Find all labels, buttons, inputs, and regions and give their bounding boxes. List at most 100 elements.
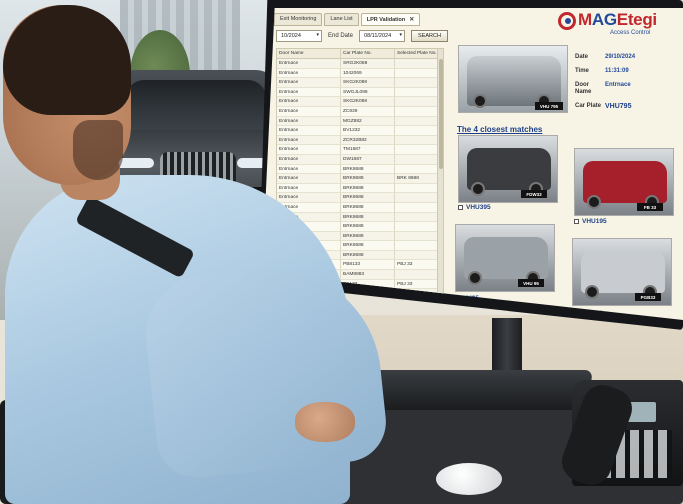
cell-door-name: Entrnace <box>277 222 341 232</box>
tab-exit-monitoring[interactable]: Exit Monitoring <box>274 13 323 26</box>
chair <box>0 400 38 504</box>
cell-door-name: Entrnace <box>277 260 341 271</box>
monitor-stand-base <box>357 370 593 410</box>
table-row[interactable]: Entrnace BRK8688 <box>277 212 443 223</box>
search-button[interactable]: SEARCH <box>411 30 448 42</box>
cell-car-plate: SKG2K088 <box>341 78 395 88</box>
logo-icon <box>558 12 576 30</box>
date-row: Date 29/10/2024 <box>575 54 683 61</box>
table-row[interactable]: Entrnace BRK8688 BRK 8688 <box>277 174 443 184</box>
brand-name-m: M <box>578 10 592 29</box>
table-row[interactable]: Entrnace BRK8688 <box>277 241 443 251</box>
chevron-down-icon[interactable]: ▾ <box>316 32 319 38</box>
cell-car-plate: TM1687 <box>341 145 395 155</box>
tab-label: LPR Validation <box>366 17 406 23</box>
time-label: Time <box>575 67 589 74</box>
table-row[interactable]: Entrnace BRK8688 <box>277 222 443 232</box>
table-row[interactable]: Entrnace SWGJL088 <box>277 87 443 98</box>
lpr-records-table: Door Name Car Plate No. Selected Plate N… <box>276 48 444 310</box>
tab-lpr-validation[interactable]: LPR Validation ✕ <box>360 13 421 26</box>
cell-car-plate: SKG2K088 <box>341 97 395 107</box>
match-plate-label: VHU195 <box>582 218 607 225</box>
match-plate: FB 33 <box>637 203 663 211</box>
table-row[interactable]: Entrnace BRK8688 <box>277 250 443 261</box>
match-checkbox[interactable] <box>458 205 463 210</box>
scroll-thumb[interactable] <box>439 59 443 169</box>
table-row[interactable]: Entrnace ZC839 <box>277 106 443 117</box>
brand-name: MAGEtegi <box>578 10 657 30</box>
cell-car-plate: SWGJL088 <box>341 87 395 98</box>
table-row[interactable]: Entrnace SKG2K088 <box>277 97 443 107</box>
date-value: 29/10/2024 <box>605 54 636 60</box>
match-option[interactable]: VHU395 <box>458 204 491 211</box>
column-car-plate[interactable]: Car Plate No. <box>341 49 395 59</box>
table-row[interactable]: Entrnace DW1687 <box>277 154 443 165</box>
cell-car-plate: ZC839 <box>341 106 395 117</box>
cell-car-plate: BV1232 <box>341 126 395 136</box>
match-checkbox[interactable] <box>574 219 579 224</box>
plate-value: VHU795 <box>605 102 632 110</box>
table-row[interactable]: Entrnace SRG2K088 <box>277 59 443 69</box>
cell-car-plate: BRK8688 <box>341 183 395 194</box>
match-photo[interactable]: FB 33 <box>574 148 674 216</box>
table-row[interactable]: Entrnace BRK8688 <box>277 231 443 242</box>
cell-car-plate: BRK8688 <box>341 222 395 232</box>
brand-logo: MAGEtegi Access Control <box>558 10 683 40</box>
cell-door-name: Entrnace <box>277 164 341 175</box>
wheel <box>585 285 599 299</box>
computer-mouse <box>436 463 502 495</box>
plate-row: Car Plate VHU795 <box>575 103 683 110</box>
table-row[interactable]: Entrnace SKG2K088 <box>277 78 443 88</box>
cell-door-name: Entrnace <box>277 212 341 223</box>
cell-car-plate: ZCR32B82 <box>341 135 395 146</box>
match-option[interactable]: VHU195 <box>574 218 607 225</box>
table-row[interactable]: Entrnace BV1232 <box>277 126 443 136</box>
table-row[interactable]: Entrnace BRK8688 <box>277 202 443 213</box>
table-body: Entrnace SRG2K088 Entrnace 1042069 Entrnace S… <box>277 59 443 299</box>
cell-door-name: Entrnace <box>277 68 341 79</box>
close-icon[interactable]: ✕ <box>409 16 414 23</box>
chevron-down-icon[interactable]: ▾ <box>400 32 403 38</box>
cell-car-plate: BAM8883 <box>341 270 395 280</box>
cell-car-plate: MGZ882 <box>341 116 395 127</box>
cell-door-name: Entrnace <box>277 193 341 203</box>
cell-door-name: Entrnace <box>277 231 341 242</box>
column-door-name[interactable]: Door Name <box>277 49 341 59</box>
start-date-value: 10/2024 <box>281 33 301 39</box>
table-row[interactable]: Entrnace PB8133 PBJ 33 <box>277 260 443 271</box>
table-row[interactable]: Entrnace BRK8688 <box>277 183 443 194</box>
cell-door-name: Entrnace <box>277 183 341 194</box>
captured-car-photo: VHU 795 <box>458 45 568 113</box>
table-row[interactable]: Entrnace 1042069 <box>277 68 443 79</box>
cell-car-plate: 1042069 <box>341 68 395 79</box>
start-date-field[interactable]: 10/2024 ▾ <box>276 30 322 42</box>
car-at-gate: VHU ‿95 <box>108 70 283 230</box>
car-plate: VHU ‿95 <box>198 187 268 207</box>
table-row[interactable]: Entrnace BRK8688 <box>277 164 443 175</box>
table-scrollbar[interactable] <box>437 49 443 309</box>
table-row[interactable]: Entrnace TM1687 <box>277 145 443 155</box>
cell-door-name: Entrnace <box>277 97 341 107</box>
cell-door-name: Entrnace <box>277 154 341 165</box>
table-row[interactable]: Entrnace MGZ882 <box>277 116 443 127</box>
table-row[interactable]: Entrnace BRK8688 <box>277 193 443 203</box>
end-date-field[interactable]: 08/11/2024 ▾ <box>359 30 406 42</box>
tab-lane-list[interactable]: Lane List <box>324 13 359 26</box>
matches-title: The 4 closest matches <box>457 125 543 134</box>
cell-door-name: Entrnace <box>277 59 341 69</box>
card-reader <box>185 245 233 325</box>
match-photo[interactable]: PGB33 <box>572 238 672 306</box>
capture-details: Date 29/10/2024 Time 11:31:09 Door Name Ent… <box>575 54 683 117</box>
cell-door-name: Entrnace <box>277 241 341 251</box>
cell-door-name: Entrnace <box>277 135 341 146</box>
brand-name-ag: AG <box>591 10 617 29</box>
cell-car-plate: BRK8688 <box>341 193 395 203</box>
table-row[interactable]: Entrnace ZCR32B82 <box>277 135 443 146</box>
match-photo[interactable]: VHU 95 <box>455 224 555 292</box>
end-date-value: 08/11/2024 <box>364 33 392 39</box>
match-photo[interactable]: FDW33 <box>458 135 558 203</box>
brand-name-etegi: Etegi <box>616 10 657 29</box>
cell-car-plate: BRK8688 <box>341 231 395 242</box>
cell-car-plate: DW1687 <box>341 154 395 165</box>
door-row: Door Name Entrnace <box>575 82 683 96</box>
